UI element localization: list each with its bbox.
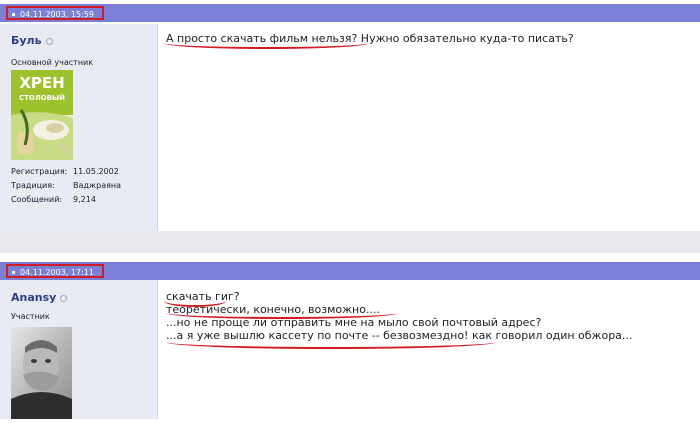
stat-label: Регистрация: [11,167,68,176]
bullet-icon [12,13,15,16]
stat-row: Регистрация: 11.05.2002 [11,165,121,179]
man-covering-mouth-photo [11,327,72,419]
stat-label: Традиция: [11,181,55,190]
timestamp-text: 04.11.2003, 17:11 [20,268,94,277]
username-text[interactable]: Anansy [11,291,56,304]
stat-row: Традиция: Ваджраяна [11,179,121,193]
post-header: 04.11.2003, 17:11 [0,262,700,280]
post-timestamp: 04.11.2003, 17:11 [6,264,104,278]
online-status-icon [45,37,53,45]
author-name[interactable]: Anansy [11,291,68,304]
timestamp-text: 04.11.2003, 15:59 [20,10,94,19]
online-status-icon [60,294,68,302]
avatar [11,327,72,419]
avatar-brand-text: ХРЕН [19,74,64,92]
stat-value: Ваджраяна [73,181,122,190]
bullet-icon [12,271,15,274]
stat-value: 9,214 [73,195,96,204]
stat-value: 11.05.2002 [73,167,119,176]
horseradish-jar-image: ХРЕН СТОЛОВЫЙ [11,70,73,160]
post-header: 04.11.2003, 15:59 [0,4,700,22]
author-stats: Регистрация: 11.05.2002 Традиция: Ваджраян… [11,165,121,207]
message-line: скачать гиг? [166,290,240,303]
post-timestamp: 04.11.2003, 15:59 [6,6,104,20]
stat-row: Сообщений: 9,214 [11,193,121,207]
avatar: ХРЕН СТОЛОВЫЙ [11,70,73,160]
stat-label: Сообщений: [11,195,63,204]
author-name[interactable]: Буль [11,34,53,47]
username-text[interactable]: Буль [11,34,42,47]
post-separator [0,231,700,253]
author-rank: Участник [11,312,50,321]
message-line: ...а я уже вышлю кассету по почте -- без… [166,329,633,342]
author-rank: Основной участник [11,58,94,67]
avatar-subtitle-text: СТОЛОВЫЙ [19,93,65,102]
red-underline-mark [164,43,369,49]
red-underline-mark [166,342,496,349]
